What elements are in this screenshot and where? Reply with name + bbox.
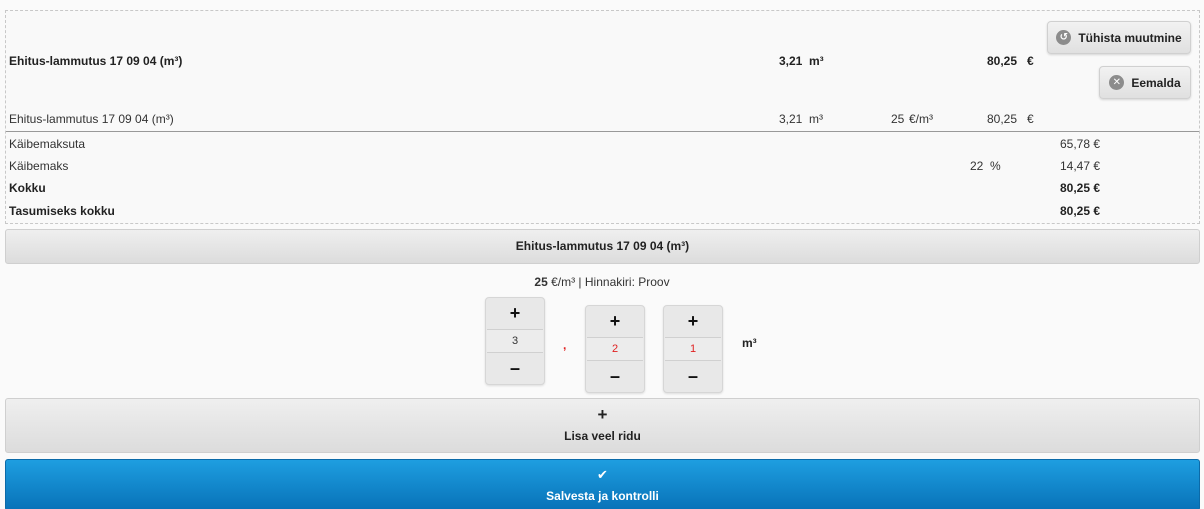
totals-vat-rate: 22 % [970, 159, 1001, 173]
stepper-decimal-2-plus-button[interactable]: + [664, 306, 722, 337]
totals-value-vat: 14,47 € [1060, 159, 1101, 173]
price-value: 25 [534, 275, 548, 289]
totals-value-net: 65,78 € [1060, 137, 1101, 151]
price-info-text: €/m³ | Hinnakiri: Proov [547, 275, 670, 289]
detail-row-currency: € [1027, 112, 1034, 126]
detail-row-unit: m³ [809, 112, 823, 126]
main-row-qty: 3,21 [779, 54, 803, 68]
detail-row-price-unit: €/m³ [909, 112, 933, 126]
add-rows-button[interactable]: + Lisa veel ridu [5, 398, 1200, 453]
add-rows-label: Lisa veel ridu [564, 429, 641, 443]
save-and-check-label: Salvesta ja kontrolli [546, 489, 659, 503]
main-row-currency: € [1027, 54, 1034, 68]
remove-icon: ✕ [1109, 75, 1125, 90]
stepper-decimal-1-value: 2 [587, 337, 643, 361]
stepper-integer-value: 3 [487, 329, 543, 353]
order-summary-panel: Ehitus-lammutus 17 09 04 (m³) 3,21 m³ 80… [5, 10, 1200, 224]
stepper-integer-minus-button[interactable]: – [486, 353, 544, 384]
totals-label-total: Kokku [9, 181, 46, 195]
remove-button[interactable]: ✕ Eemalda [1099, 66, 1191, 99]
stepper-decimal-2-value: 1 [665, 337, 721, 361]
stepper-decimal-2: + 1 – [663, 305, 723, 393]
totals-label-payable: Tasumiseks kokku [9, 204, 115, 218]
detail-row-price: 25 [891, 112, 905, 126]
price-info: 25 €/m³ | Hinnakiri: Proov [0, 275, 1204, 289]
detail-row-name: Ehitus-lammutus 17 09 04 (m³) [9, 112, 174, 126]
stepper-integer-plus-button[interactable]: + [486, 298, 544, 329]
cancel-edit-button[interactable]: ↺ Tühista muutmine [1047, 21, 1191, 54]
stepper-decimal-1-plus-button[interactable]: + [586, 306, 644, 337]
stepper-decimal-2-minus-button[interactable]: – [664, 361, 722, 392]
totals-value-total: 80,25 € [1060, 181, 1101, 195]
checkmark-icon: ✔ [597, 467, 608, 482]
main-row-name: Ehitus-lammutus 17 09 04 (m³) [9, 54, 183, 68]
totals-divider [6, 131, 1199, 132]
stepper-decimal-1: + 2 – [585, 305, 645, 393]
undo-icon: ↺ [1056, 30, 1072, 45]
stepper-integer: + 3 – [485, 297, 545, 385]
decimal-separator: , [563, 338, 567, 352]
cancel-edit-label: Tühista muutmine [1078, 30, 1182, 45]
main-row-total: 80,25 [987, 54, 1018, 68]
remove-label: Eemalda [1131, 75, 1181, 90]
save-and-check-button[interactable]: ✔ Salvesta ja kontrolli [5, 459, 1200, 509]
totals-label-vat: Käibemaks [9, 159, 69, 173]
plus-icon: + [597, 405, 608, 424]
totals-value-payable: 80,25 € [1060, 204, 1101, 218]
stepper-decimal-1-minus-button[interactable]: – [586, 361, 644, 392]
quantity-unit: m³ [742, 336, 757, 350]
main-row-unit: m³ [809, 54, 824, 68]
editor-title: Ehitus-lammutus 17 09 04 (m³) [515, 239, 690, 253]
editor-title-bar: Ehitus-lammutus 17 09 04 (m³) [5, 229, 1200, 264]
totals-label-net: Käibemaksuta [9, 137, 86, 151]
detail-row-total: 80,25 [987, 112, 1018, 126]
detail-row-qty: 3,21 [779, 112, 803, 126]
